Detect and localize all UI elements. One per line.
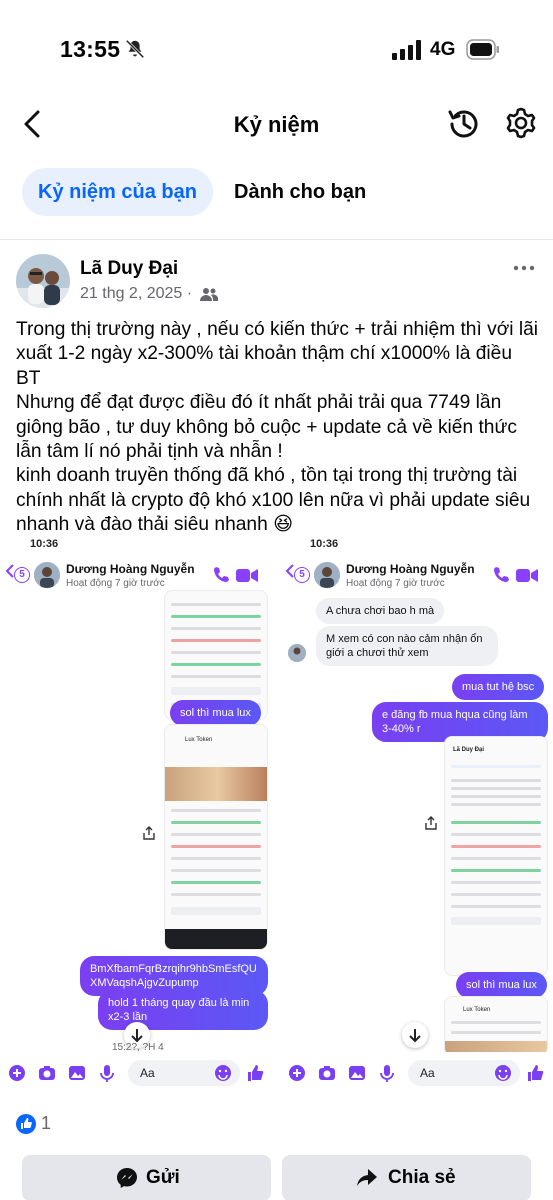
plus-icon bbox=[289, 1065, 305, 1081]
phone-call-icon bbox=[494, 567, 509, 582]
avatar-photo bbox=[16, 254, 70, 308]
send-button[interactable]: Gửi bbox=[22, 1155, 271, 1200]
share-icon bbox=[143, 826, 155, 840]
plus-icon bbox=[9, 1065, 25, 1081]
chat-activity-status: Hoạt động 7 giờ trước bbox=[66, 578, 165, 589]
chat-contact-name: Dương Hoàng Nguyễn bbox=[66, 562, 195, 576]
post-body-text: Trong thị trường này , nếu có kiến thức … bbox=[16, 319, 539, 536]
microphone-icon bbox=[100, 1065, 114, 1082]
arrow-down-icon bbox=[409, 1029, 421, 1043]
chat-compose-bar: Aa bbox=[280, 1052, 553, 1092]
chat-contact-avatar-small bbox=[288, 644, 306, 662]
author-avatar[interactable] bbox=[16, 254, 70, 308]
post-author[interactable]: Lã Duy Đại bbox=[80, 258, 178, 280]
scroll-down-button bbox=[402, 1022, 428, 1048]
unread-badge: 5 bbox=[14, 567, 30, 583]
video-call-icon bbox=[236, 569, 258, 582]
post-image-left[interactable]: 10:36 5 Dương Hoàng Nguyễn Hoạt động 7 g… bbox=[0, 538, 273, 1092]
tab-your-memories[interactable]: Kỷ niệm của bạn bbox=[22, 168, 213, 216]
share-label: Chia sẻ bbox=[388, 1167, 456, 1188]
message-bubble-out: sol thì mua lux bbox=[170, 700, 261, 726]
status-bar: 13:55 4G bbox=[0, 0, 553, 100]
camera-icon bbox=[319, 1066, 335, 1080]
chat-contact-avatar bbox=[314, 562, 340, 588]
share-icon bbox=[425, 816, 437, 830]
camera-icon bbox=[39, 1066, 55, 1080]
messenger-icon bbox=[117, 1168, 137, 1188]
chat-contact-name: Dương Hoàng Nguyễn bbox=[346, 562, 475, 576]
emoji-icon bbox=[215, 1065, 231, 1081]
unread-badge: 5 bbox=[294, 567, 310, 583]
chat-clock: 10:36 bbox=[310, 538, 339, 550]
post-image-right[interactable]: 10:36 5 Dương Hoàng Nguyễn Hoạt động 7 g… bbox=[280, 538, 553, 1092]
divider bbox=[0, 239, 553, 240]
gear-icon[interactable] bbox=[503, 105, 539, 141]
shared-token-screenshot: Lux Token bbox=[164, 724, 268, 950]
cellular-signal-icon bbox=[392, 40, 421, 60]
video-call-icon bbox=[516, 569, 538, 582]
message-placeholder: Aa bbox=[140, 1066, 155, 1080]
message-bubble-out: mua tut hệ bsc bbox=[452, 674, 545, 700]
message-placeholder: Aa bbox=[420, 1066, 435, 1080]
more-options-icon[interactable] bbox=[512, 262, 536, 274]
emoji-icon bbox=[495, 1065, 511, 1081]
message-bubble-in: M xem có con nào cảm nhận ổn giới a chươ… bbox=[316, 626, 498, 666]
battery-icon bbox=[466, 39, 499, 60]
send-label: Gửi bbox=[146, 1167, 180, 1188]
chat-header: 10:36 5 Dương Hoàng Nguyễn Hoạt động 7 g… bbox=[0, 538, 273, 596]
network-type: 4G bbox=[430, 39, 456, 60]
message-bubble-out: sol thì mua lux bbox=[456, 972, 547, 998]
image-icon bbox=[349, 1066, 365, 1080]
thumbs-up-icon bbox=[248, 1065, 264, 1081]
thumbs-up-icon bbox=[528, 1065, 544, 1081]
app-header: Kỷ niệm bbox=[0, 100, 553, 150]
post-date: 21 thg 2, 2025 · bbox=[80, 285, 193, 302]
chat-clock: 10:36 bbox=[30, 538, 59, 550]
like-reaction-icon[interactable] bbox=[16, 1114, 36, 1134]
image-icon bbox=[69, 1066, 85, 1080]
share-arrow-icon bbox=[357, 1169, 377, 1186]
chat-header: 10:36 5 Dương Hoàng Nguyễn Hoạt động 7 g… bbox=[280, 538, 553, 596]
token-name: Lux Token bbox=[185, 737, 213, 743]
share-button[interactable]: Chia sẻ bbox=[282, 1155, 531, 1200]
chat-compose-bar: Aa bbox=[0, 1052, 273, 1092]
friends-audience-icon bbox=[200, 288, 218, 301]
shared-profile-screenshot: Lã Duy Đại bbox=[444, 736, 548, 976]
chat-activity-status: Hoạt động 7 giờ trước bbox=[346, 578, 445, 589]
microphone-icon bbox=[380, 1065, 394, 1082]
reaction-count[interactable]: 1 bbox=[41, 1113, 51, 1134]
profile-name: Lã Duy Đại bbox=[453, 747, 485, 753]
tab-for-you[interactable]: Dành cho bạn bbox=[218, 168, 382, 216]
phone-call-icon bbox=[214, 567, 229, 582]
bell-mute-icon bbox=[125, 39, 145, 59]
token-name: Lux Token bbox=[463, 1007, 491, 1013]
shared-token-screenshot: Lux Token bbox=[444, 996, 548, 1056]
history-icon[interactable] bbox=[444, 104, 484, 144]
status-time: 13:55 bbox=[60, 36, 121, 62]
message-bubble-in: A chưa chơi bao h mà bbox=[316, 598, 445, 624]
chat-contact-avatar bbox=[34, 562, 60, 588]
